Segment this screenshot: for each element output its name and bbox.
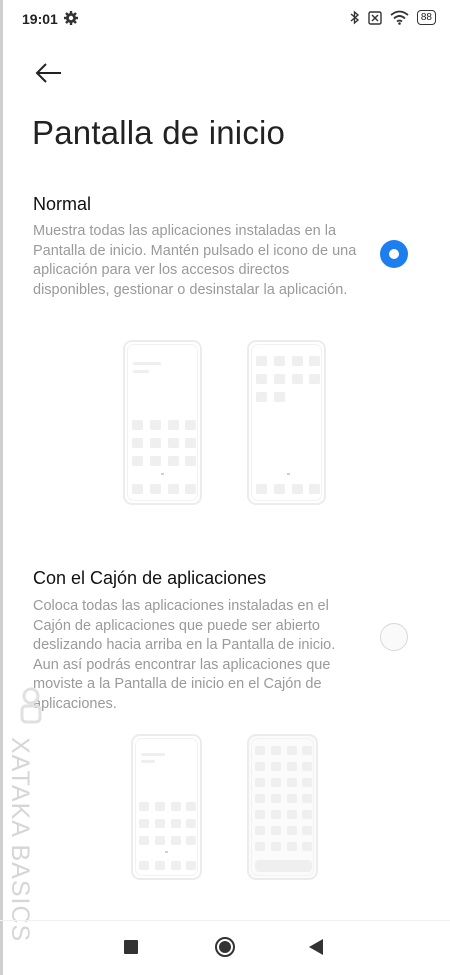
gear-icon [64, 11, 78, 25]
navigation-bar [0, 924, 450, 975]
option-normal-description: Muestra todas las aplicaciones instalada… [33, 223, 357, 298]
back-arrow-icon[interactable] [34, 60, 64, 86]
illustration-phone-drawer-open [247, 734, 318, 880]
nav-divider [0, 920, 450, 921]
battery-icon: 88 [416, 10, 436, 25]
status-icons: 88 [350, 10, 436, 25]
back-triangle-icon[interactable] [309, 939, 323, 955]
illustration-phone-home [123, 340, 202, 505]
screen-edge-line [0, 0, 3, 975]
radio-app-drawer-unselected[interactable] [380, 623, 408, 651]
wifi-icon [390, 10, 409, 25]
home-circle-icon[interactable] [214, 936, 236, 958]
illustration-phone-apps [247, 340, 326, 505]
option-normal-title: Normal [33, 194, 92, 214]
recents-square-icon[interactable] [124, 940, 138, 954]
watermark-text: XATAKA BASICS [6, 737, 34, 943]
status-bar: 19:01 88 [0, 0, 450, 38]
no-sim-icon [368, 10, 382, 25]
page-title: Pantalla de inicio [32, 114, 286, 151]
radio-normal-selected[interactable] [380, 240, 408, 268]
status-time: 19:01 [22, 11, 58, 27]
watermark-logo [20, 687, 42, 724]
illustration-phone-drawer-home [131, 734, 202, 880]
option-app-drawer-description: Coloca todas las aplicaciones instaladas… [33, 598, 336, 712]
bluetooth-icon [350, 10, 359, 25]
option-app-drawer-title: Con el Cajón de aplicaciones [33, 568, 267, 588]
